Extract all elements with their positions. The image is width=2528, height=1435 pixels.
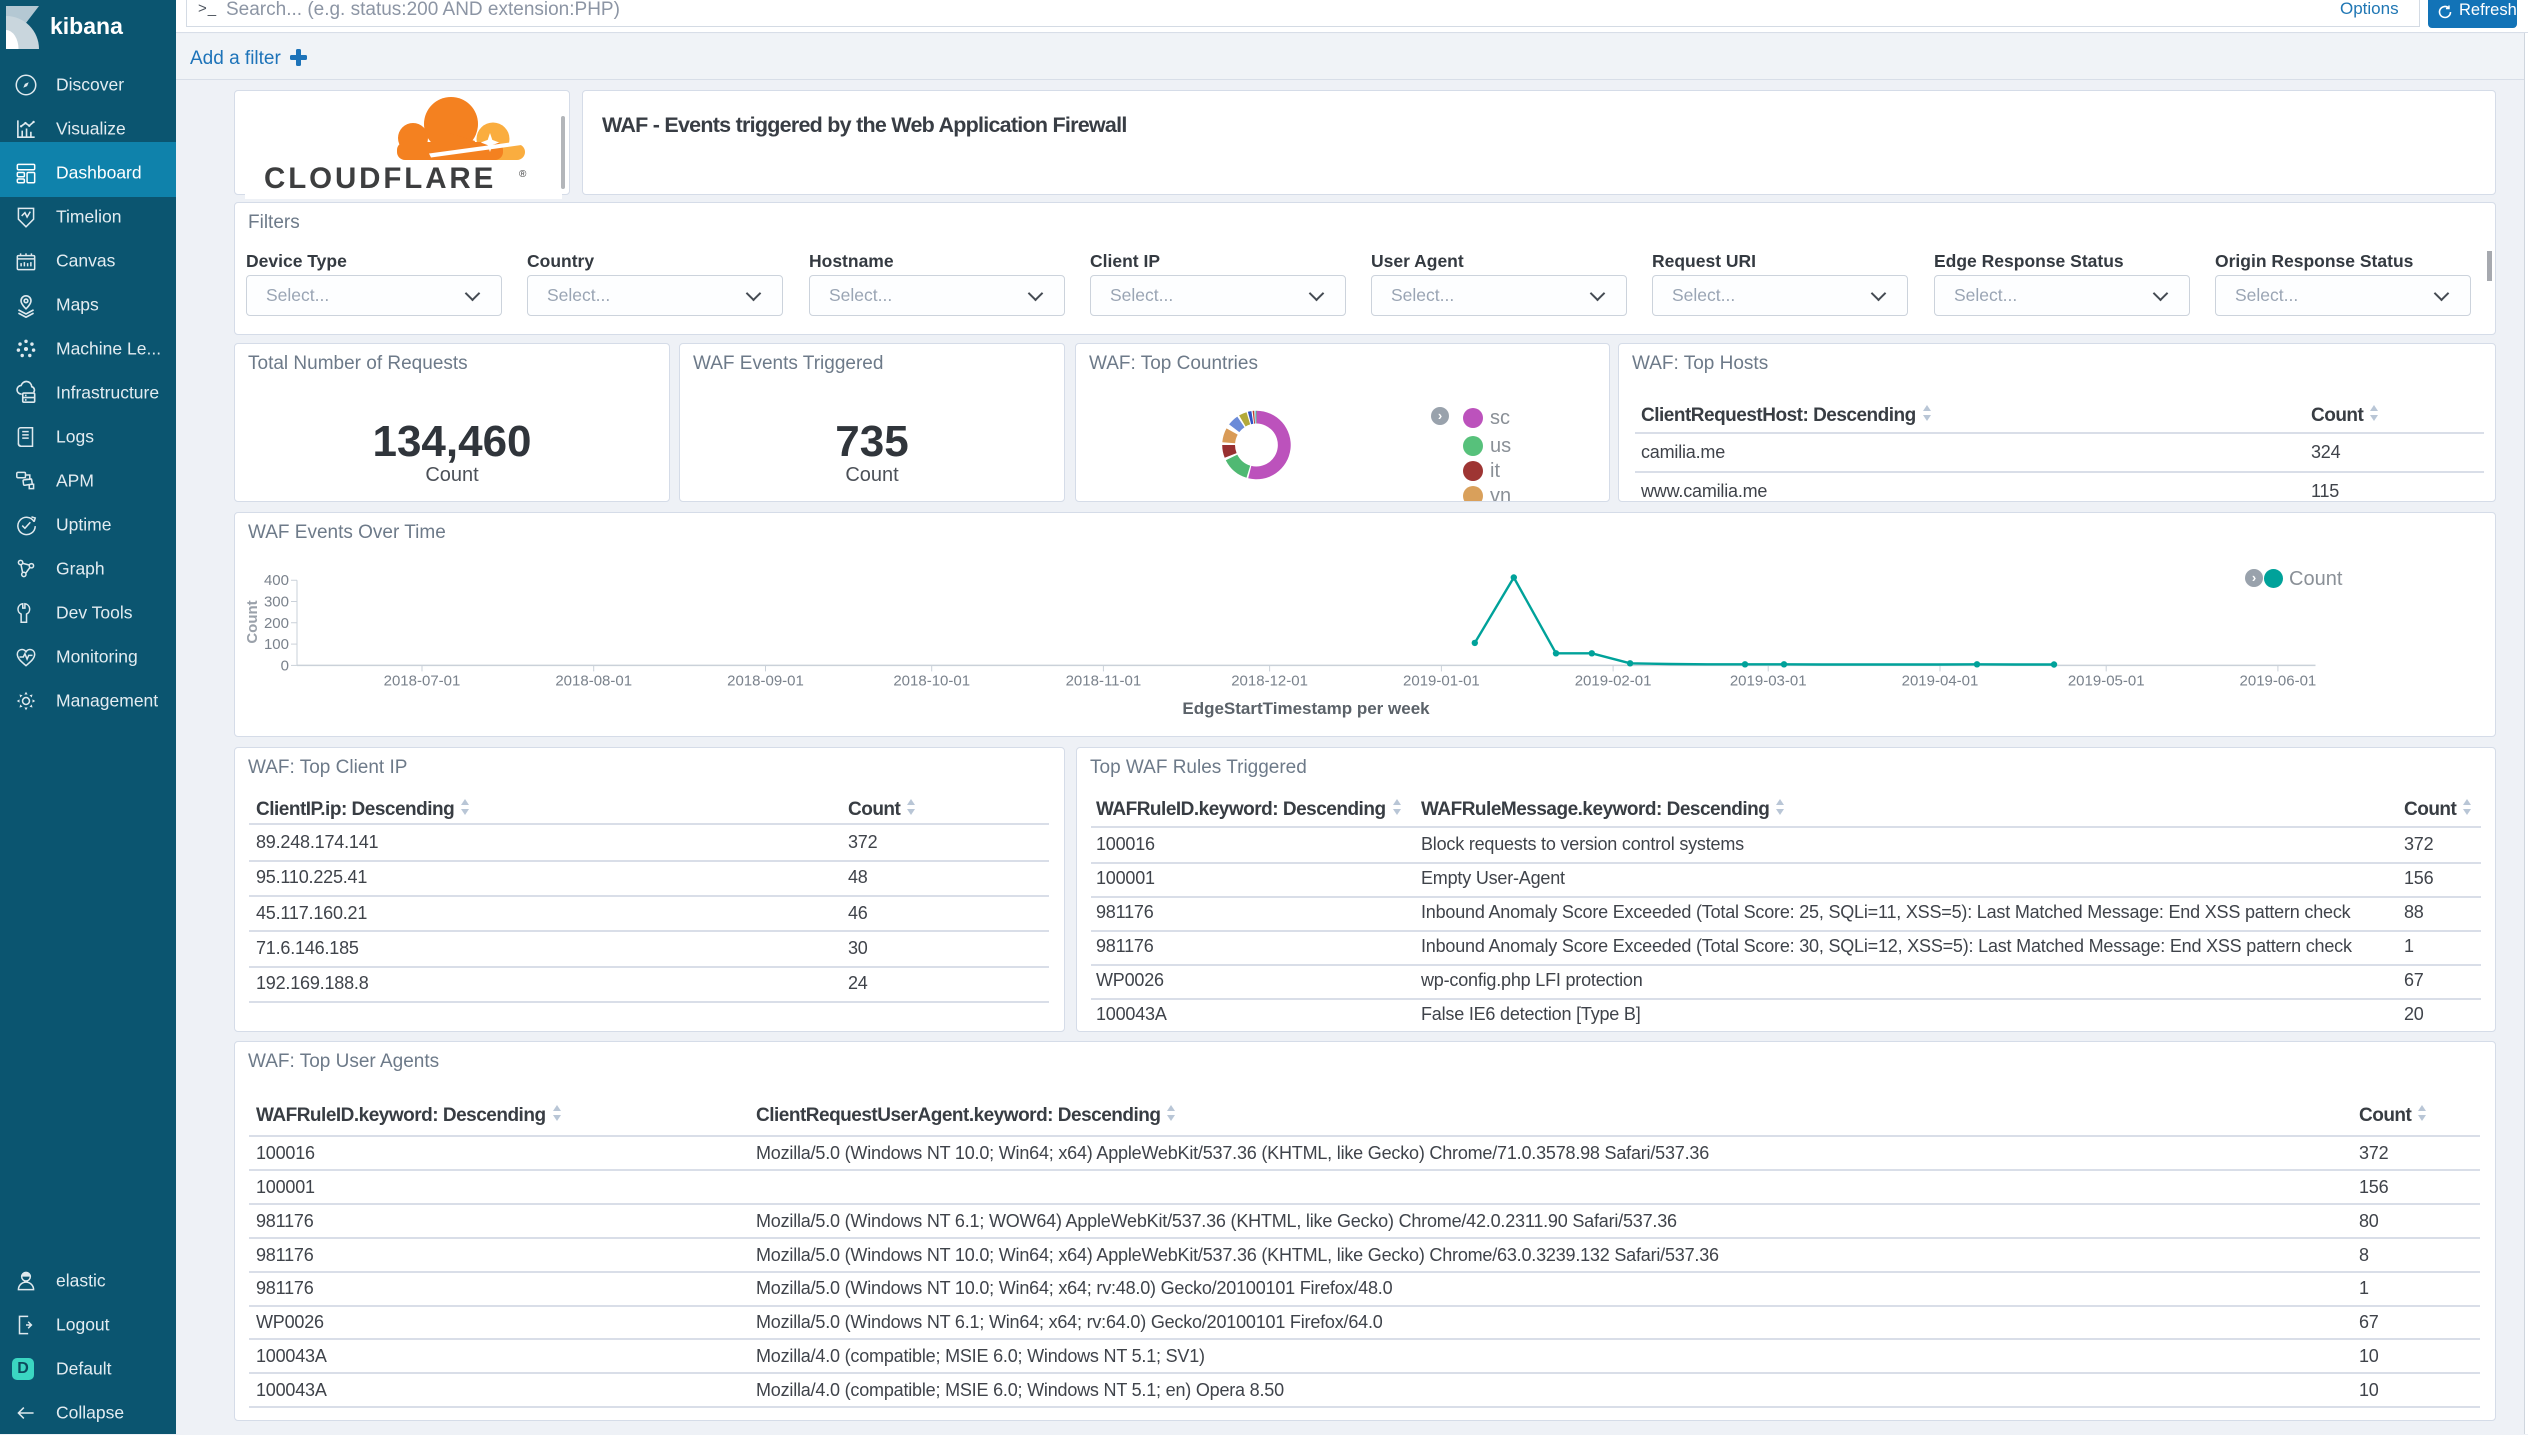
svg-text:2018-09-01: 2018-09-01	[727, 672, 804, 689]
svg-text:Count: Count	[244, 600, 261, 643]
svg-text:2019-02-01: 2019-02-01	[1575, 672, 1652, 689]
svg-text:400: 400	[264, 572, 289, 589]
svg-text:2019-03-01: 2019-03-01	[1730, 672, 1807, 689]
svg-text:®: ®	[519, 169, 527, 180]
svg-text:2018-12-01: 2018-12-01	[1231, 672, 1308, 689]
svg-text:2019-01-01: 2019-01-01	[1403, 672, 1480, 689]
svg-text:300: 300	[264, 594, 289, 611]
svg-text:2019-04-01: 2019-04-01	[1902, 672, 1979, 689]
svg-text:2019-05-01: 2019-05-01	[2068, 672, 2145, 689]
svg-text:100: 100	[264, 636, 289, 653]
svg-text:2018-07-01: 2018-07-01	[384, 672, 461, 689]
svg-text:2019-06-01: 2019-06-01	[2240, 672, 2317, 689]
svg-text:EdgeStartTimestamp per week: EdgeStartTimestamp per week	[1182, 699, 1430, 718]
svg-text:CLOUDFLARE: CLOUDFLARE	[264, 162, 496, 194]
svg-text:0: 0	[281, 657, 289, 674]
svg-text:200: 200	[264, 615, 289, 632]
svg-text:2018-10-01: 2018-10-01	[893, 672, 970, 689]
svg-text:2018-11-01: 2018-11-01	[1066, 672, 1142, 689]
svg-text:2018-08-01: 2018-08-01	[555, 672, 632, 689]
